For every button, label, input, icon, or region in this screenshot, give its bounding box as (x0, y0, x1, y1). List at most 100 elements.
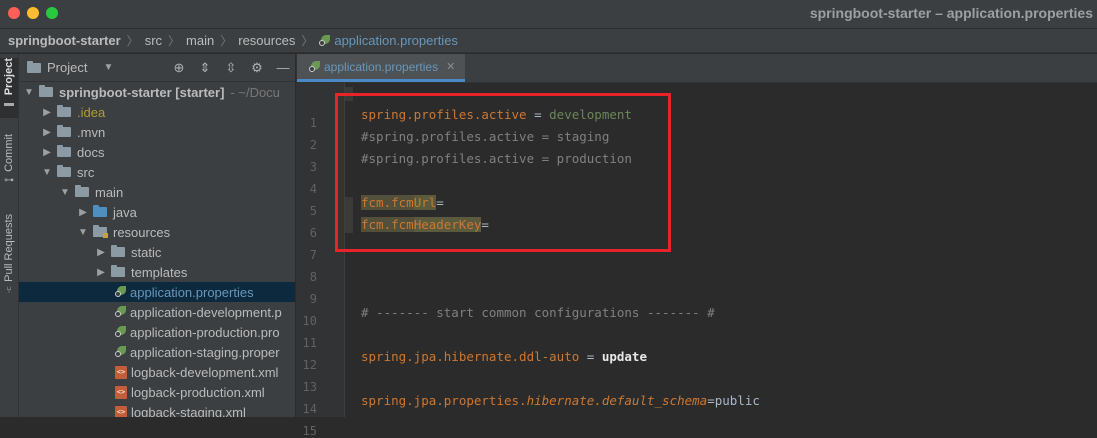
property-key-italic: hibernate.default_schema (526, 393, 708, 408)
stripe-commit-tab[interactable]: Commit ⊶ (0, 134, 18, 200)
editor-tab-bar: application.properties ✕ (297, 54, 1097, 83)
spring-properties-icon (115, 306, 126, 318)
folder-icon (57, 125, 71, 137)
close-icon[interactable]: ✕ (446, 60, 455, 73)
annotation-highlight-box (335, 93, 671, 252)
tree-item-docs[interactable]: ▶ docs (19, 142, 295, 162)
tree-item-label: java (113, 204, 137, 220)
tree-item-templates[interactable]: ▶ templates (19, 262, 295, 282)
tree-item-application-production[interactable]: application-production.pro (19, 322, 295, 342)
stripe-project-tab[interactable]: Project ▬ (0, 58, 18, 118)
folder-icon (57, 145, 71, 157)
stripe-pull-requests-label: Pull Requests (3, 214, 15, 282)
project-panel: Project ▼ ⊕ ⇕ ⇳ ⚙ — ▼ springboot-starter… (19, 54, 295, 417)
stripe-commit-label: Commit (3, 134, 15, 172)
folder-icon (57, 105, 71, 117)
breadcrumb: springboot-starter 〉 src 〉 main 〉 resour… (0, 29, 1097, 53)
folder-icon (27, 60, 41, 73)
breadcrumb-item-project[interactable]: springboot-starter (8, 33, 121, 48)
line-number: 4 (309, 182, 317, 196)
spring-properties-icon (115, 286, 126, 298)
tree-item-logback-production[interactable]: <> logback-production.xml (19, 382, 295, 402)
property-key: spring.jpa.properties. (361, 393, 527, 408)
line-number: 3 (309, 160, 317, 174)
code-line-13: spring.jpa.hibernate.ddl-auto = update (361, 347, 647, 367)
project-view-selector[interactable]: Project ▼ (27, 60, 113, 75)
tree-item-project-root[interactable]: ▼ springboot-starter [starter] - ~/Docu (19, 82, 295, 102)
line-number: 11 (302, 336, 317, 350)
line-number: 7 (309, 248, 317, 262)
breadcrumb-item-resources[interactable]: resources (238, 33, 295, 48)
tree-item-main[interactable]: ▼ main (19, 182, 295, 202)
tree-item-label: logback-development.xml (131, 364, 279, 380)
chevron-right-icon: ▶ (43, 146, 51, 158)
tree-item-label: src (77, 164, 95, 180)
code-line-11: # ------- start common configurations --… (361, 305, 715, 320)
line-number: 8 (309, 270, 317, 284)
tree-item-label: logback-staging.xml (131, 404, 246, 418)
tree-item-resources[interactable]: ▼ resources (19, 222, 295, 242)
tree-item-label: logback-production.xml (131, 384, 265, 400)
folder-icon (111, 265, 125, 277)
folder-icon (75, 185, 89, 197)
stripe-project-label: Project (3, 58, 15, 96)
code-line-15: spring.jpa.properties.hibernate.default_… (361, 391, 760, 411)
tab-application-properties[interactable]: application.properties ✕ (297, 54, 466, 82)
tree-item-logback-staging[interactable]: <> logback-staging.xml (19, 402, 295, 417)
spring-properties-icon (309, 60, 320, 73)
spring-properties-icon (115, 346, 126, 358)
stripe-pull-requests-tab[interactable]: Pull Requests ⑂ (0, 214, 18, 310)
breadcrumb-file-label: application.properties (334, 33, 458, 48)
tree-item-mvn[interactable]: ▶ .mvn (19, 122, 295, 142)
line-number: 10 (302, 314, 317, 328)
tab-label: application.properties (324, 59, 439, 74)
project-panel-title: Project (47, 60, 88, 75)
minimize-window-button[interactable] (27, 7, 39, 19)
property-key: spring.jpa.hibernate.ddl-auto (361, 349, 580, 364)
maximize-window-button[interactable] (46, 7, 58, 19)
tree-item-label: main (95, 184, 124, 200)
tree-item-application-properties[interactable]: application.properties (19, 282, 295, 302)
breadcrumb-item-main[interactable]: main (186, 33, 214, 48)
tree-item-label: application.properties (130, 284, 254, 300)
project-panel-toolbar: ⊕ ⇕ ⇳ ⚙ — (171, 60, 291, 76)
tree-item-static[interactable]: ▶ static (19, 242, 295, 262)
line-number: 6 (309, 226, 317, 240)
breadcrumb-item-file[interactable]: application.properties (319, 33, 458, 48)
tree-item-label: docs (77, 144, 105, 160)
chevron-right-icon: 〉 (168, 34, 181, 48)
crosshair-icon[interactable]: ⊕ (171, 60, 187, 76)
breadcrumb-item-src[interactable]: src (145, 33, 162, 48)
pull-request-icon: ⑂ (6, 284, 12, 296)
folder-icon (111, 245, 125, 257)
tree-item-idea[interactable]: ▶ .idea (19, 102, 295, 122)
commit-icon: ⊶ (4, 174, 14, 186)
chevron-right-icon: ▶ (97, 266, 105, 278)
property-value: public (714, 393, 760, 408)
chevron-down-icon: ▼ (24, 86, 34, 98)
line-number: 9 (309, 292, 317, 306)
gear-icon[interactable]: ⚙ (249, 60, 265, 76)
tree-item-label: .mvn (77, 124, 106, 140)
tree-item-path: - ~/Docu (230, 84, 280, 100)
tree-item-logback-development[interactable]: <> logback-development.xml (19, 362, 295, 382)
line-number: 13 (302, 380, 317, 394)
hide-icon[interactable]: — (275, 60, 291, 76)
project-panel-header: Project ▼ ⊕ ⇕ ⇳ ⚙ — (19, 54, 295, 82)
line-number: 15 (302, 424, 317, 438)
tree-item-label: resources (113, 224, 171, 240)
tree-item-label: application-production.pro (130, 324, 280, 340)
collapse-all-icon[interactable]: ⇳ (223, 60, 239, 76)
tree-item-label: templates (131, 264, 188, 280)
tree-item-java[interactable]: ▶ java (19, 202, 295, 222)
tree-item-application-staging[interactable]: application-staging.proper (19, 342, 295, 362)
expand-all-icon[interactable]: ⇕ (197, 60, 213, 76)
tree-item-label: .idea (77, 104, 106, 120)
line-number: 12 (302, 358, 317, 372)
tree-item-application-development[interactable]: application-development.p (19, 302, 295, 322)
xml-file-icon: <> (115, 385, 127, 399)
xml-file-icon: <> (115, 365, 127, 379)
tree-item-src[interactable]: ▼ src (19, 162, 295, 182)
close-window-button[interactable] (8, 7, 20, 19)
tool-window-stripe: Project ▬ Commit ⊶ Pull Requests ⑂ (0, 54, 19, 417)
